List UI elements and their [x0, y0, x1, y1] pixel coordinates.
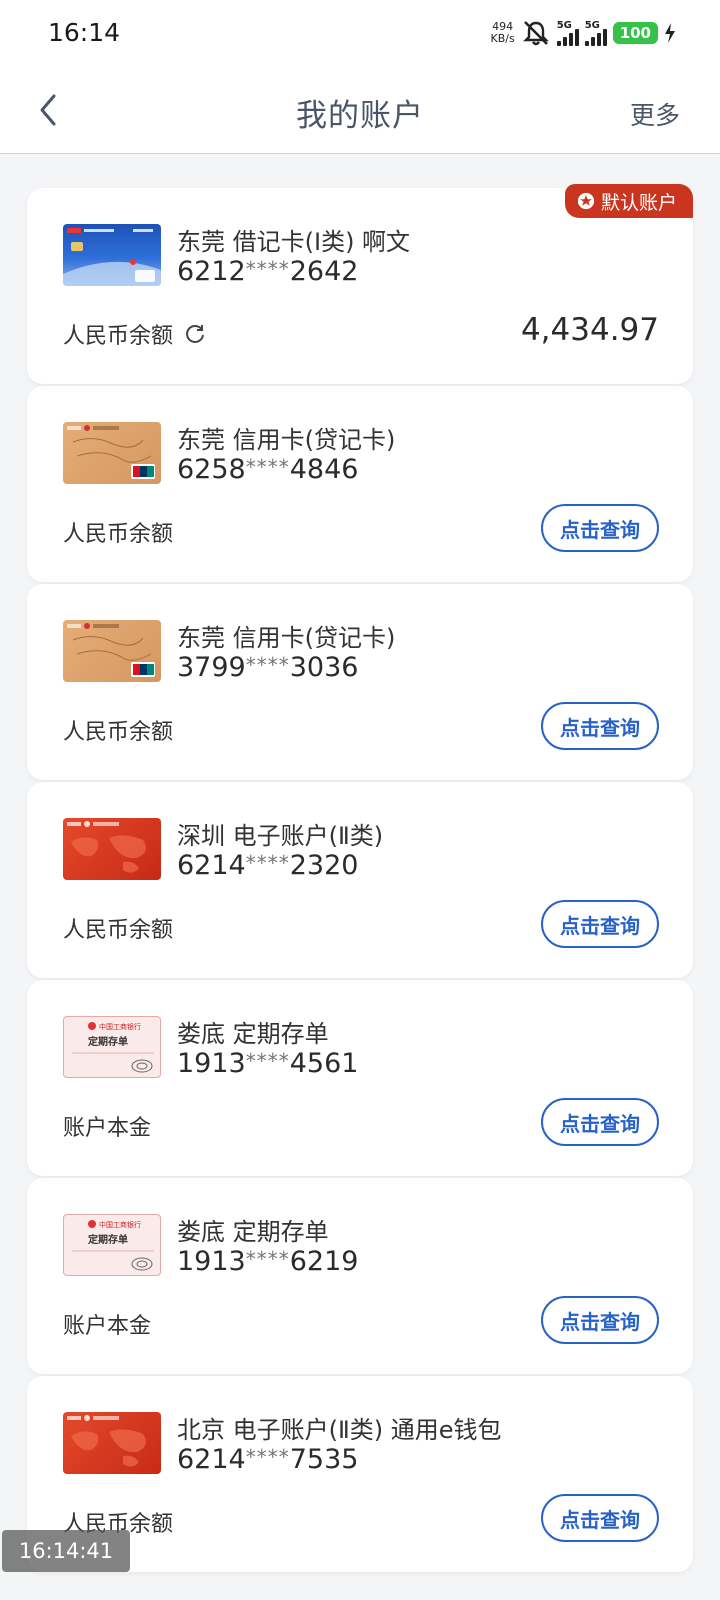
account-name: 东莞 借记卡(Ⅰ类) 啊文 — [177, 228, 411, 256]
deposit-certificate-image: 中国工商银行 定期存单 — [63, 1016, 161, 1078]
status-bar: 16:14 494 KB/s 5G 5G 100 — [0, 0, 720, 66]
deposit-certificate-image: 中国工商银行 定期存单 — [63, 1214, 161, 1276]
deposit-art-title: 定期存单 — [88, 1233, 128, 1246]
network-speed: 494 KB/s — [490, 21, 514, 45]
account-number: 6258****4846 — [177, 454, 359, 485]
principal-label: 账户本金 — [63, 1116, 152, 1141]
account-card[interactable]: 东莞 信用卡(贷记卡) 6258****4846 人民币余额 点击查询 — [27, 386, 693, 582]
status-time: 16:14 — [48, 18, 121, 47]
signal-icon-2: 5G — [584, 20, 607, 46]
balance-label-text: 人民币余额 — [63, 324, 174, 349]
deposit-art-bank-text: 中国工商银行 — [99, 1022, 141, 1031]
credit-card-image — [63, 422, 161, 484]
balance-value: 4,434.97 — [520, 312, 659, 348]
account-name: 深圳 电子账户(Ⅱ类) — [177, 822, 384, 850]
more-button[interactable]: 更多 — [630, 96, 680, 132]
refresh-icon[interactable] — [183, 322, 207, 346]
account-number: 6212****2642 — [177, 256, 359, 287]
account-card[interactable]: 默认账户 东莞 借记卡(Ⅰ类) 啊文 6212****2642 人民币余额 4,… — [27, 184, 693, 384]
account-name: 娄底 定期存单 — [177, 1020, 329, 1048]
page-title: 我的账户 — [296, 98, 424, 134]
deposit-art-bank-text: 中国工商银行 — [99, 1220, 141, 1229]
charging-icon — [665, 23, 675, 43]
account-name: 东莞 信用卡(贷记卡) — [177, 624, 396, 652]
account-name: 北京 电子账户(Ⅱ类) 通用e钱包 — [177, 1416, 502, 1444]
query-balance-button[interactable]: 点击查询 — [541, 900, 659, 948]
default-badge-label: 默认账户 — [600, 191, 677, 214]
signal-icon-1: 5G — [556, 20, 579, 46]
principal-label: 账户本金 — [63, 1314, 152, 1339]
query-balance-button[interactable]: 点击查询 — [541, 1296, 659, 1344]
account-card[interactable]: 中国工商银行 定期存单 娄底 定期存单 1913****4561 账户本金 点击… — [27, 980, 693, 1176]
account-card[interactable]: 中国工商银行 定期存单 娄底 定期存单 1913****6219 账户本金 点击… — [27, 1178, 693, 1374]
account-number: 1913****4561 — [177, 1048, 359, 1079]
app-header: 我的账户 更多 — [0, 66, 720, 154]
timestamp-overlay: 16:14:41 — [2, 1530, 130, 1572]
account-number: 1913****6219 — [177, 1246, 359, 1277]
e-account-card-image — [63, 1412, 161, 1474]
credit-card-image — [63, 620, 161, 682]
bell-muted-icon — [522, 21, 549, 46]
network-speed-unit: KB/s — [490, 32, 515, 45]
e-account-card-image — [63, 818, 161, 880]
debit-card-image — [63, 224, 161, 286]
deposit-art-title: 定期存单 — [88, 1035, 128, 1048]
signal-label-2: 5G — [584, 20, 600, 31]
account-name: 东莞 信用卡(贷记卡) — [177, 426, 396, 454]
account-name: 娄底 定期存单 — [177, 1218, 329, 1246]
star-icon — [577, 192, 595, 210]
query-balance-button[interactable]: 点击查询 — [541, 702, 659, 750]
default-account-badge: 默认账户 — [564, 184, 693, 218]
balance-label: 人民币余额 — [63, 318, 207, 350]
account-number: 6214****7535 — [177, 1444, 359, 1475]
balance-label: 人民币余额 — [63, 522, 174, 547]
account-card[interactable]: 深圳 电子账户(Ⅱ类) 6214****2320 人民币余额 点击查询 — [27, 782, 693, 978]
account-number: 3799****3036 — [177, 652, 359, 683]
account-number: 6214****2320 — [177, 850, 359, 881]
battery-icon: 100 — [612, 22, 658, 44]
query-balance-button[interactable]: 点击查询 — [541, 1494, 659, 1542]
balance-label: 人民币余额 — [63, 918, 174, 943]
signal-label-1: 5G — [556, 20, 572, 31]
status-icons: 494 KB/s 5G 5G 100 — [490, 16, 676, 50]
query-balance-button[interactable]: 点击查询 — [541, 504, 659, 552]
query-balance-button[interactable]: 点击查询 — [541, 1098, 659, 1146]
balance-label: 人民币余额 — [63, 720, 174, 745]
account-card[interactable]: 东莞 信用卡(贷记卡) 3799****3036 人民币余额 点击查询 — [27, 584, 693, 780]
